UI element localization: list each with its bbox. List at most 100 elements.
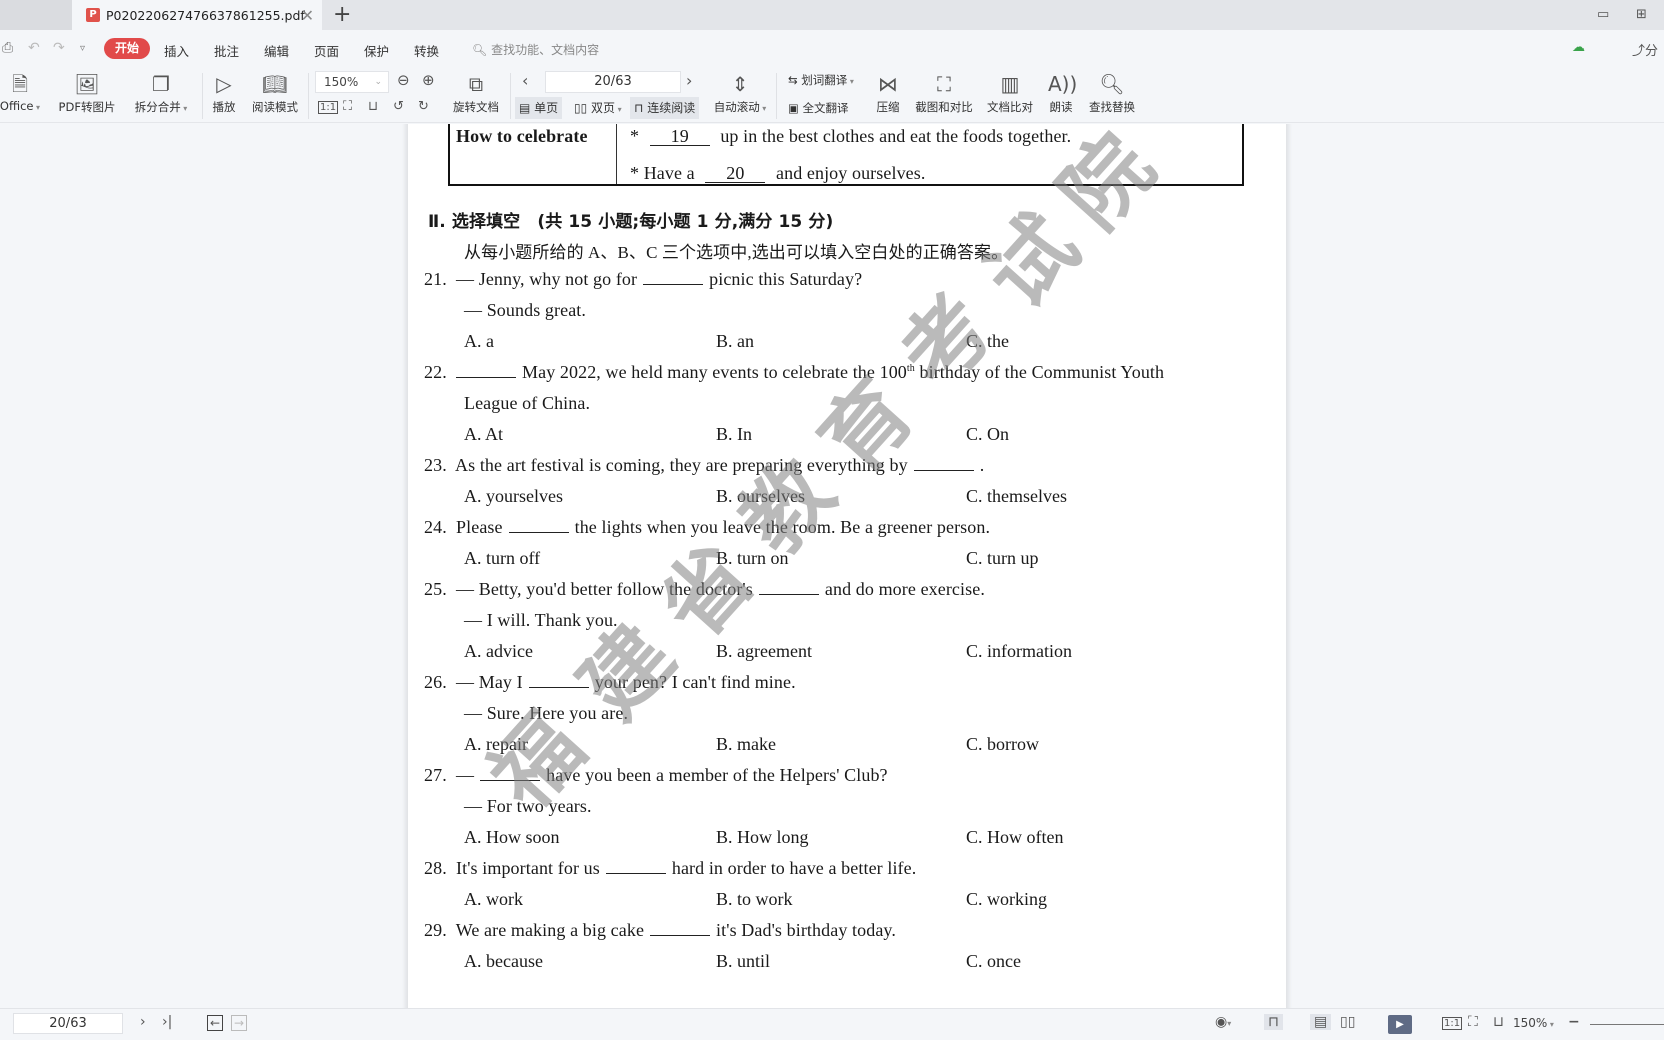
redo-icon[interactable]: ↷	[53, 40, 65, 56]
double-page-view-icon[interactable]: ▯▯	[1340, 1014, 1355, 1030]
answer-blank	[480, 765, 541, 781]
play-circle-icon: ▷	[216, 72, 232, 96]
full-translate-button[interactable]: ▣ 全文翻译	[788, 100, 849, 116]
menu-page[interactable]: 页面	[314, 41, 339, 60]
single-page-icon: ▤	[519, 101, 531, 115]
find-replace-button[interactable]: 🔍︎ 查找替换	[1086, 67, 1138, 115]
question-reply: — Sounds great.	[464, 300, 586, 320]
actual-size-icon[interactable]: 1:1	[318, 101, 339, 114]
play-slideshow-button[interactable]: ▶	[1388, 1015, 1412, 1034]
forward-icon[interactable]: →	[231, 1015, 248, 1031]
double-page-button[interactable]: ▯▯ 双页 ▾	[570, 97, 626, 119]
find-replace-label: 查找替换	[1089, 100, 1135, 114]
fit-page-icon[interactable]: ⛶	[1468, 1014, 1478, 1030]
read-aloud-button[interactable]: A)) 朗读	[1046, 67, 1077, 115]
bullet: *	[630, 126, 640, 146]
last-page-icon[interactable]: ›|	[162, 1014, 172, 1030]
to-office-button[interactable]: 🗎 Office ▾	[0, 67, 42, 113]
answer-blank	[528, 672, 589, 688]
option-a: A. repair	[464, 734, 528, 754]
auto-scroll-icon: ⇕	[731, 72, 749, 96]
continuous-read-icon: ⊓	[634, 101, 644, 115]
doc-compare-button[interactable]: ▥ 文档比对	[984, 67, 1036, 115]
option-a: A. How soon	[464, 827, 560, 847]
option-b: B. ourselves	[716, 486, 805, 506]
option-b: B. turn on	[716, 548, 789, 568]
menu-annotate[interactable]: 批注	[214, 41, 239, 60]
tab-active-document[interactable]: P P020220627476637861255.pdf ✕	[72, 0, 322, 30]
zoom-in-icon[interactable]: ⊕	[422, 71, 435, 89]
word-translate-button[interactable]: ⇆ 划词翻译 ▾	[788, 72, 854, 88]
question-26: 26. — May I your pen? I can't find mine.	[424, 672, 796, 693]
close-tab-icon[interactable]: ✕	[301, 6, 314, 25]
question-text: As the art festival is coming, they are …	[455, 455, 908, 475]
page-layout-icon[interactable]: ▭	[1597, 7, 1609, 22]
fit-page-icon[interactable]: ⛶	[343, 99, 352, 114]
option-a: A. a	[464, 331, 494, 351]
rotate-document-button[interactable]: ⧉ 旋转文档	[450, 67, 502, 115]
table-line-2: * Have a 20 and enjoy ourselves.	[630, 163, 925, 184]
option-c: C. turn up	[966, 548, 1039, 568]
next-page-icon[interactable]: ›	[140, 1014, 146, 1030]
auto-scroll-button[interactable]: ⇕ 自动滚动 ▾	[712, 67, 768, 115]
split-merge-button[interactable]: ❐ 拆分合并 ▾	[130, 67, 192, 115]
question-number: 27.	[424, 765, 447, 785]
print-icon[interactable]: ⎙	[2, 40, 13, 56]
function-search[interactable]: 🔍︎ 查找功能、文档内容	[472, 41, 599, 58]
fit-width-icon[interactable]: ⊔	[368, 99, 378, 114]
option-a: A. work	[464, 889, 523, 909]
continuous-read-button[interactable]: ⊓ 连续阅读	[630, 97, 700, 119]
doc-compare-icon: ▥	[1000, 72, 1020, 96]
question-24: 24. Please the lights when you leave the …	[424, 517, 990, 538]
menu-edit[interactable]: 编辑	[264, 41, 289, 60]
next-page-icon[interactable]: ›	[686, 71, 692, 90]
answer-blank	[650, 920, 711, 936]
fit-width-icon[interactable]: ⊔	[1493, 1014, 1504, 1030]
quick-access-dropdown-icon[interactable]: ▿	[80, 43, 85, 54]
compress-button[interactable]: ⋈ 压缩	[872, 67, 904, 115]
menu-bar: ⎙ ↶ ↷ ▿ 开始 插入 批注 编辑 页面 保护 转换 🔍︎ 查找功能、文档内…	[0, 30, 1664, 67]
new-tab-button[interactable]: +	[333, 2, 351, 27]
tab-previous[interactable]	[0, 0, 72, 30]
grid-view-icon[interactable]: ⊞	[1636, 7, 1647, 22]
answer-blank	[643, 269, 704, 285]
question-reply: — Sure. Here you are.	[464, 703, 629, 723]
back-icon[interactable]: ←	[207, 1015, 224, 1031]
eye-protection-icon[interactable]: ◉▾	[1215, 1014, 1231, 1030]
cloud-sync-icon[interactable]: ☁	[1572, 40, 1585, 55]
rotate-right-icon[interactable]: ↻	[418, 99, 429, 114]
play-button[interactable]: ▷ 播放	[208, 67, 240, 115]
zoom-select[interactable]: 150% ⌄	[315, 71, 389, 93]
read-mode-button[interactable]: 📖︎ 阅读模式	[250, 67, 300, 115]
rotate-left-icon[interactable]: ↺	[393, 99, 404, 114]
question-text: Please	[456, 517, 503, 537]
zoom-out-button[interactable]: −	[1568, 1014, 1580, 1030]
single-page-button[interactable]: ▤ 单页	[515, 97, 563, 119]
menu-insert[interactable]: 插入	[164, 41, 189, 60]
screenshot-compare-button[interactable]: ⛶ 截图和对比	[912, 67, 976, 115]
document-viewport[interactable]: How to celebrate * 19 up in the best clo…	[0, 124, 1664, 1008]
read-aloud-label: 朗读	[1049, 100, 1073, 114]
menu-protect[interactable]: 保护	[364, 41, 389, 60]
undo-icon[interactable]: ↶	[28, 40, 40, 56]
actual-size-icon[interactable]: 1:1	[1442, 1017, 1463, 1030]
question-number: 21.	[424, 269, 447, 289]
status-zoom-select[interactable]: 150% ▾	[1513, 1016, 1554, 1030]
menu-start[interactable]: 开始	[104, 38, 150, 59]
page-number-input[interactable]: 20/63	[545, 71, 681, 93]
play-icon: ▶	[1396, 1019, 1404, 1030]
menu-convert[interactable]: 转换	[414, 41, 439, 60]
zoom-slider[interactable]	[1590, 1024, 1664, 1025]
pdf-to-image-button[interactable]: 🖼︎ PDF转图片	[56, 67, 118, 115]
option-b: B. to work	[716, 889, 793, 909]
continuous-view-icon[interactable]: ⊓	[1264, 1014, 1283, 1030]
read-mode-label: 阅读模式	[252, 100, 298, 114]
question-text: It's important for us	[456, 858, 600, 878]
question-reply: — For two years.	[464, 796, 592, 816]
share-button[interactable]: ⤴分	[1632, 40, 1658, 59]
single-page-view-icon[interactable]: ▤	[1310, 1014, 1332, 1030]
zoom-out-icon[interactable]: ⊖	[397, 71, 410, 89]
question-text: have you been a member of the Helpers' C…	[546, 765, 888, 785]
status-page-input[interactable]: 20/63	[13, 1013, 123, 1034]
prev-page-icon[interactable]: ‹	[522, 71, 528, 90]
